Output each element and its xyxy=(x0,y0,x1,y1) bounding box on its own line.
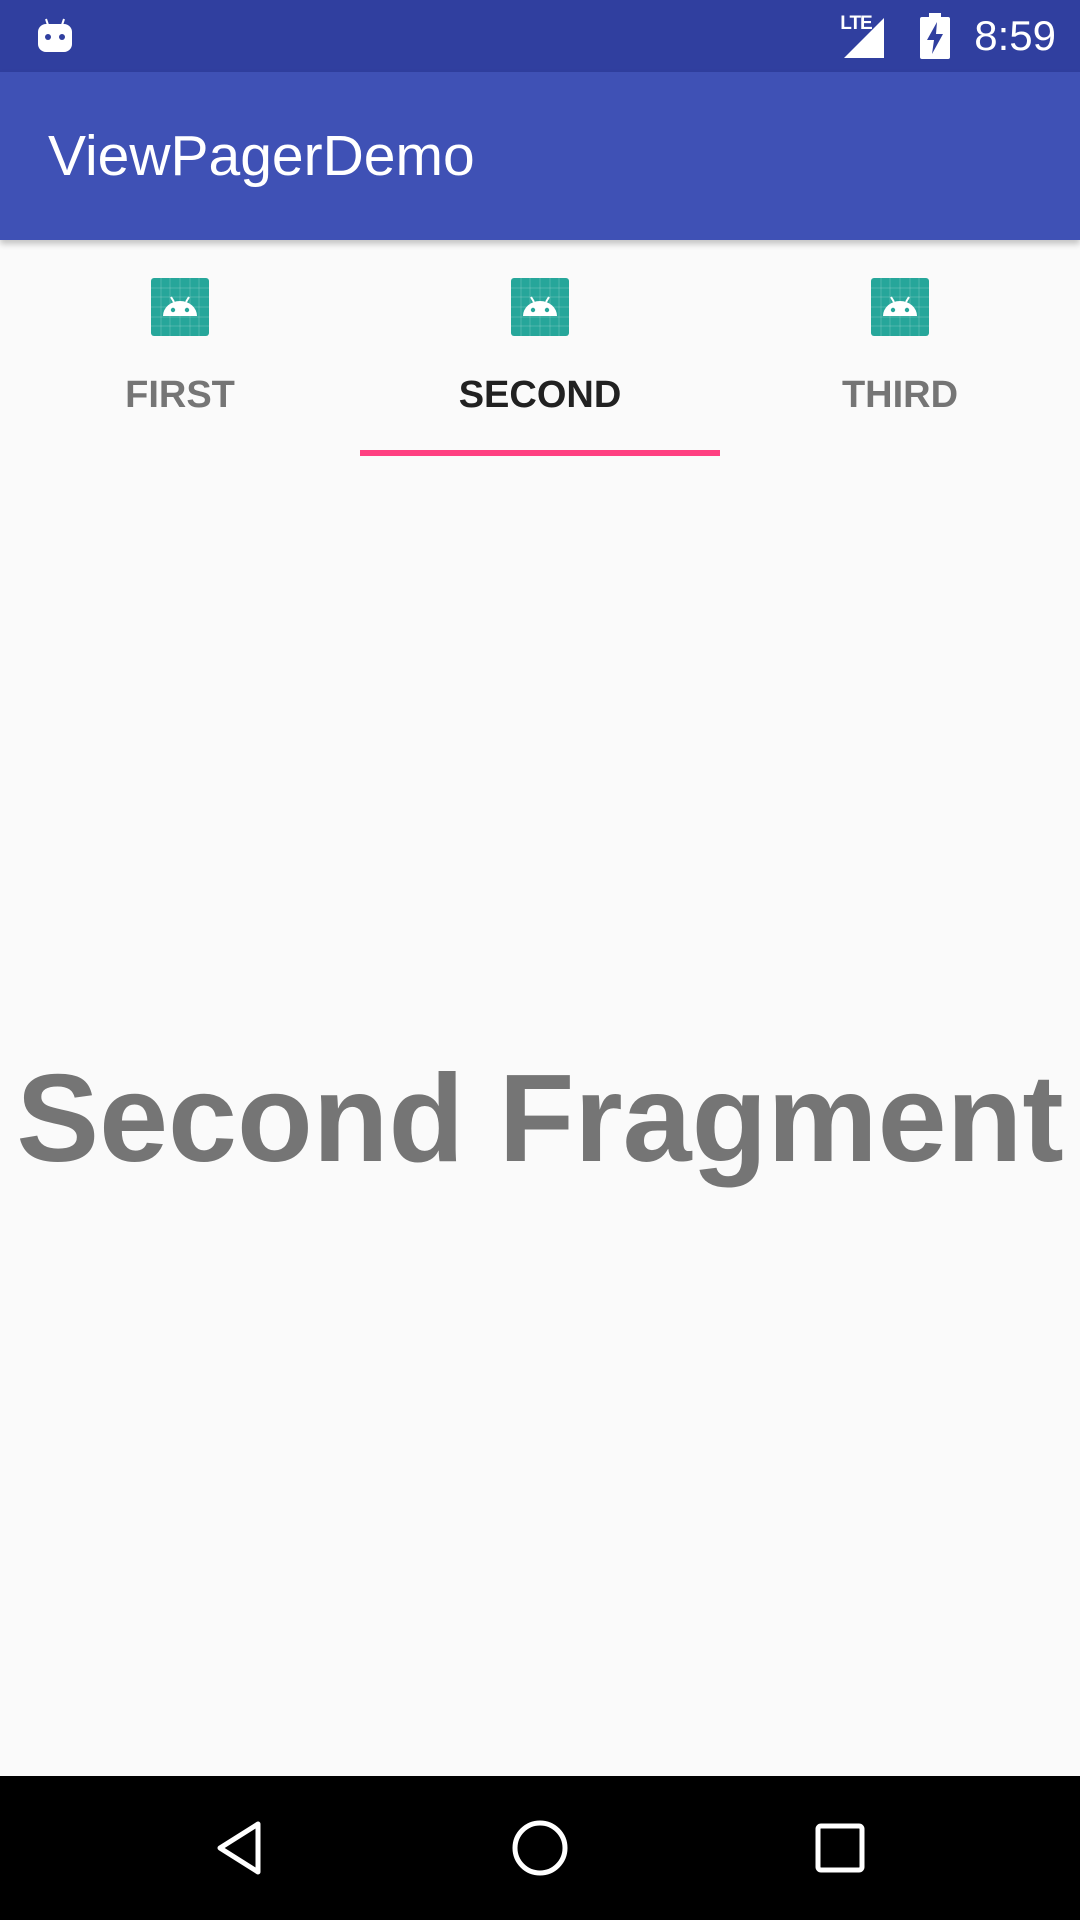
status-icons: LTE 8:59 xyxy=(840,0,1056,72)
app-bar: ViewPagerDemo xyxy=(0,72,1080,240)
tab-label: FIRST xyxy=(125,374,235,416)
tab-first[interactable]: FIRST xyxy=(0,240,360,456)
tab-label: THIRD xyxy=(841,374,959,416)
tab-label: SECOND xyxy=(458,374,622,416)
tab-bar: FIRST SECOND THIRD xyxy=(0,240,1080,456)
navigation-bar xyxy=(0,1776,1080,1920)
back-button[interactable] xyxy=(190,1798,290,1898)
home-circle-icon xyxy=(512,1820,568,1876)
back-triangle-icon xyxy=(217,1821,261,1875)
app-title: ViewPagerDemo xyxy=(48,124,475,188)
tab-second[interactable]: SECOND xyxy=(360,240,720,456)
recents-button[interactable] xyxy=(790,1798,890,1898)
status-clock: 8:59 xyxy=(974,12,1056,59)
network-type-label: LTE xyxy=(840,13,873,34)
android-launcher-icon xyxy=(511,278,569,336)
status-bar: LTE 8:59 xyxy=(0,0,1080,72)
tab-indicator xyxy=(360,450,720,456)
recents-square-icon xyxy=(815,1823,865,1873)
battery-charging-icon xyxy=(920,13,951,59)
android-launcher-icon xyxy=(871,278,929,336)
tab-third[interactable]: THIRD xyxy=(720,240,1080,456)
signal-indicator: LTE xyxy=(840,14,896,58)
android-launcher-icon xyxy=(151,278,209,336)
fragment-text: Second Fragment xyxy=(16,1050,1064,1188)
view-pager-content[interactable]: Second Fragment xyxy=(0,456,1080,1776)
home-button[interactable] xyxy=(490,1798,590,1898)
android-robot-icon xyxy=(38,18,72,52)
